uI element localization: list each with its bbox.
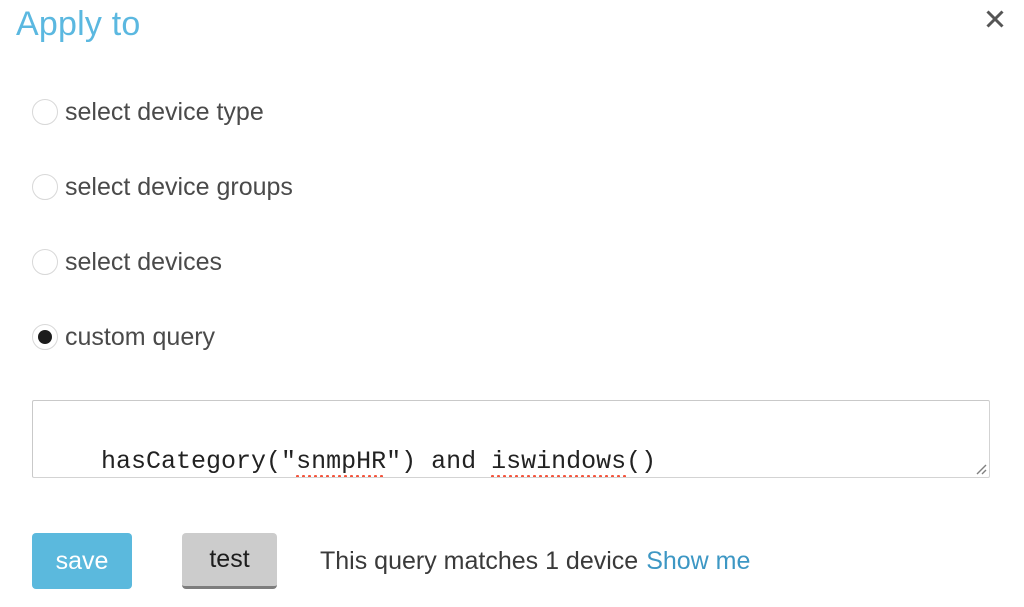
radio-select-devices[interactable] (32, 249, 58, 275)
option-select-devices[interactable]: select devices (32, 243, 632, 281)
apply-to-options: select device type select device groups … (32, 93, 632, 356)
option-custom-query[interactable]: custom query (32, 318, 632, 356)
custom-query-textarea[interactable]: hasCategory("snmpHR") and iswindows() (32, 400, 990, 478)
query-segment-misspelled: iswindows (491, 447, 627, 477)
radio-select-device-type[interactable] (32, 99, 58, 125)
query-match-text: This query matches 1 device (320, 547, 639, 575)
radio-select-device-groups[interactable] (32, 174, 58, 200)
query-segment-misspelled: snmpHR (296, 447, 387, 477)
save-button[interactable]: save (32, 533, 132, 589)
query-segment: hasCategory(" (101, 447, 297, 476)
query-segment: ") and (386, 447, 492, 476)
resize-grip-icon[interactable] (971, 459, 987, 475)
test-button[interactable]: test (182, 533, 277, 589)
query-segment: () (626, 447, 657, 476)
query-match-status: This query matches 1 device Show me (320, 546, 750, 576)
option-select-device-type[interactable]: select device type (32, 93, 632, 131)
option-label-select-devices: select devices (65, 248, 223, 276)
radio-dot (38, 330, 52, 344)
option-label-custom-query: custom query (65, 323, 216, 351)
option-label-select-device-groups: select device groups (65, 173, 293, 201)
footer-actions: save test This query matches 1 device Sho… (32, 533, 750, 589)
close-button[interactable] (978, 2, 1012, 36)
custom-query-text: hasCategory("snmpHR") and iswindows() (41, 411, 657, 477)
option-label-select-device-type: select device type (65, 98, 264, 126)
option-select-device-groups[interactable]: select device groups (32, 168, 632, 206)
radio-custom-query[interactable] (32, 324, 58, 350)
show-me-link[interactable]: Show me (646, 547, 750, 575)
page-title: Apply to (16, 5, 141, 43)
close-icon (983, 7, 1007, 31)
